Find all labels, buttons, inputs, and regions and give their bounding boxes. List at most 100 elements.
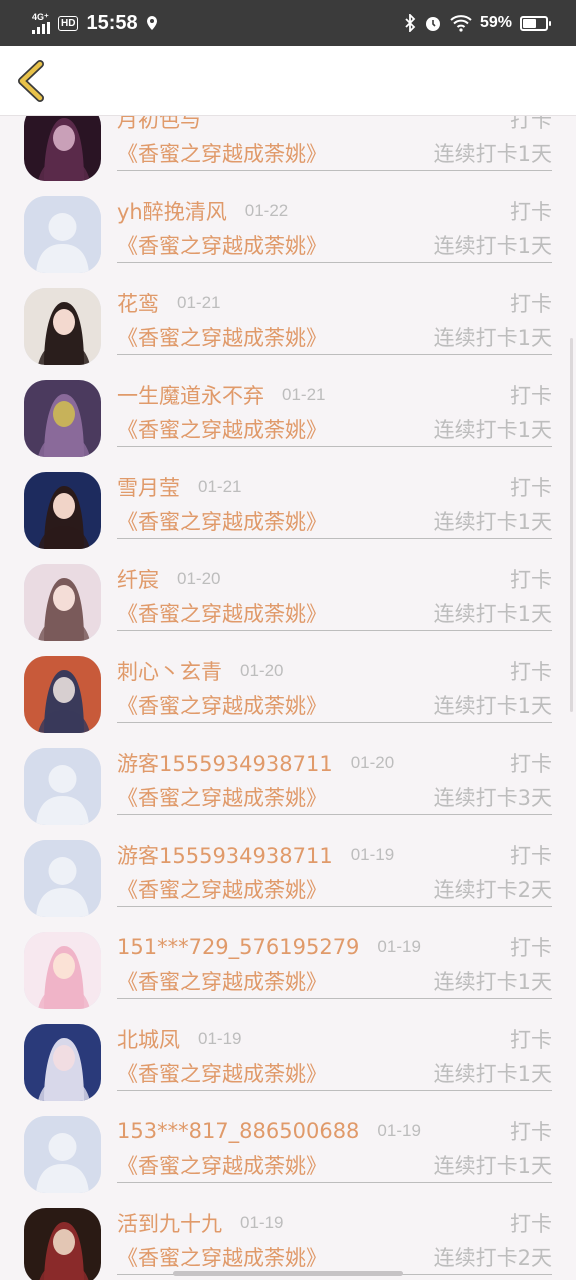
user-name[interactable]: 纤宸 xyxy=(117,564,159,594)
checkin-date: 01-19 xyxy=(377,1121,421,1140)
battery-percent: 59% xyxy=(479,14,512,31)
avatar-image xyxy=(24,1024,101,1101)
checkin-label: 打卡 xyxy=(510,1120,552,1144)
avatar[interactable] xyxy=(24,656,101,733)
book-title[interactable]: 《香蜜之穿越成荼姚》 xyxy=(117,782,327,812)
streak-count: 连续打卡1天 xyxy=(433,510,552,534)
checkin-label: 打卡 xyxy=(510,660,552,684)
book-title[interactable]: 《香蜜之穿越成荼姚》 xyxy=(117,138,327,168)
avatar[interactable] xyxy=(24,1116,101,1193)
back-chevron-icon[interactable] xyxy=(14,58,48,104)
avatar[interactable] xyxy=(24,288,101,365)
checkin-label: 打卡 xyxy=(510,752,552,776)
home-indicator[interactable] xyxy=(173,1271,403,1276)
list-item-0[interactable]: 月初色与 打卡 《香蜜之穿越成荼姚》 连续打卡1天 xyxy=(0,116,576,182)
list-item-7[interactable]: 游客1555934938711 01-20 打卡 《香蜜之穿越成荼姚》 连续打卡… xyxy=(0,734,576,826)
avatar[interactable] xyxy=(24,380,101,457)
book-title[interactable]: 《香蜜之穿越成荼姚》 xyxy=(117,1150,327,1180)
status-bar: 4G⁺ HD 15:58 59% xyxy=(0,0,576,46)
streak-count: 连续打卡1天 xyxy=(433,694,552,718)
streak-count: 连续打卡1天 xyxy=(433,142,552,166)
avatar-image xyxy=(24,288,101,365)
avatar-image xyxy=(24,1208,101,1280)
book-title[interactable]: 《香蜜之穿越成荼姚》 xyxy=(117,506,327,536)
book-title[interactable]: 《香蜜之穿越成荼姚》 xyxy=(117,230,327,260)
checkin-date: 01-19 xyxy=(240,1213,284,1232)
checkin-date: 01-20 xyxy=(350,753,395,772)
book-title[interactable]: 《香蜜之穿越成荼姚》 xyxy=(117,1058,327,1088)
checkin-label: 打卡 xyxy=(510,1028,552,1052)
avatar[interactable] xyxy=(24,564,101,641)
book-title[interactable]: 《香蜜之穿越成荼姚》 xyxy=(117,322,327,352)
user-name[interactable]: 活到九十九 xyxy=(117,1208,222,1238)
clock: 15:58 xyxy=(86,11,138,34)
list-item-3[interactable]: 一生魔道永不弃 01-21 打卡 《香蜜之穿越成荼姚》 连续打卡1天 xyxy=(0,366,576,458)
avatar-image xyxy=(24,380,101,457)
user-name[interactable]: 游客1555934938711 xyxy=(117,840,333,870)
checkin-date: 01-21 xyxy=(177,293,221,312)
checkin-list[interactable]: 月初色与 打卡 《香蜜之穿越成荼姚》 连续打卡1天 yh醉挽清风 01-22 打… xyxy=(0,116,576,1280)
user-name[interactable]: 一生魔道永不弃 xyxy=(117,380,264,410)
avatar-image xyxy=(24,564,101,641)
avatar[interactable] xyxy=(24,932,101,1009)
list-item-1[interactable]: yh醉挽清风 01-22 打卡 《香蜜之穿越成荼姚》 连续打卡1天 xyxy=(0,182,576,274)
book-title[interactable]: 《香蜜之穿越成荼姚》 xyxy=(117,598,327,628)
book-title[interactable]: 《香蜜之穿越成荼姚》 xyxy=(117,414,327,444)
avatar[interactable] xyxy=(24,472,101,549)
avatar[interactable] xyxy=(24,196,101,273)
streak-count: 连续打卡3天 xyxy=(433,786,552,810)
checkin-date: 01-22 xyxy=(244,201,289,220)
book-title[interactable]: 《香蜜之穿越成荼姚》 xyxy=(117,1242,327,1272)
checkin-label: 打卡 xyxy=(510,1212,552,1236)
list-item-11[interactable]: 153***817_886500688 01-19 打卡 《香蜜之穿越成荼姚》 … xyxy=(0,1102,576,1194)
book-title[interactable]: 《香蜜之穿越成荼姚》 xyxy=(117,690,327,720)
checkin-label: 打卡 xyxy=(510,292,552,316)
avatar[interactable] xyxy=(24,1208,101,1280)
book-title[interactable]: 《香蜜之穿越成荼姚》 xyxy=(117,966,327,996)
avatar-image xyxy=(24,748,101,825)
avatar[interactable] xyxy=(24,840,101,917)
avatar-image xyxy=(24,1116,101,1193)
list-item-8[interactable]: 游客1555934938711 01-19 打卡 《香蜜之穿越成荼姚》 连续打卡… xyxy=(0,826,576,918)
checkin-date: 01-19 xyxy=(377,937,421,956)
hd-icon: HD xyxy=(58,15,79,31)
checkin-label: 打卡 xyxy=(510,384,552,408)
user-name[interactable]: 花鸾 xyxy=(117,288,159,318)
user-name[interactable]: 月初色与 xyxy=(117,116,201,134)
user-name[interactable]: 151***729_576195279 xyxy=(117,935,359,959)
avatar[interactable] xyxy=(24,1024,101,1101)
list-item-5[interactable]: 纤宸 01-20 打卡 《香蜜之穿越成荼姚》 连续打卡1天 xyxy=(0,550,576,642)
book-title[interactable]: 《香蜜之穿越成荼姚》 xyxy=(117,874,327,904)
list-item-4[interactable]: 雪月莹 01-21 打卡 《香蜜之穿越成荼姚》 连续打卡1天 xyxy=(0,458,576,550)
avatar-image xyxy=(24,656,101,733)
list-item-2[interactable]: 花鸾 01-21 打卡 《香蜜之穿越成荼姚》 连续打卡1天 xyxy=(0,274,576,366)
avatar[interactable] xyxy=(24,116,101,181)
user-name[interactable]: 雪月莹 xyxy=(117,472,180,502)
avatar-image xyxy=(24,196,101,273)
streak-count: 连续打卡1天 xyxy=(433,326,552,350)
streak-count: 连续打卡1天 xyxy=(433,1154,552,1178)
battery-icon xyxy=(520,15,551,31)
avatar[interactable] xyxy=(24,748,101,825)
user-name[interactable]: yh醉挽清风 xyxy=(117,196,227,226)
list-item-10[interactable]: 北城凤 01-19 打卡 《香蜜之穿越成荼姚》 连续打卡1天 xyxy=(0,1010,576,1102)
user-name[interactable]: 游客1555934938711 xyxy=(117,748,333,778)
checkin-date: 01-19 xyxy=(350,845,395,864)
streak-count: 连续打卡1天 xyxy=(433,602,552,626)
list-item-6[interactable]: 刺心丶玄青 01-20 打卡 《香蜜之穿越成荼姚》 连续打卡1天 xyxy=(0,642,576,734)
streak-count: 连续打卡1天 xyxy=(433,1062,552,1086)
checkin-label: 打卡 xyxy=(510,568,552,592)
scrollbar[interactable] xyxy=(570,338,573,712)
user-name[interactable]: 北城凤 xyxy=(117,1024,180,1054)
streak-count: 连续打卡1天 xyxy=(433,970,552,994)
list-item-9[interactable]: 151***729_576195279 01-19 打卡 《香蜜之穿越成荼姚》 … xyxy=(0,918,576,1010)
checkin-date: 01-21 xyxy=(198,477,242,496)
user-name[interactable]: 153***817_886500688 xyxy=(117,1119,359,1143)
avatar-image xyxy=(24,932,101,1009)
checkin-date: 01-19 xyxy=(198,1029,242,1048)
list-item-12[interactable]: 活到九十九 01-19 打卡 《香蜜之穿越成荼姚》 连续打卡2天 xyxy=(0,1194,576,1280)
user-name[interactable]: 刺心丶玄青 xyxy=(117,656,222,686)
checkin-date: 01-20 xyxy=(177,569,221,588)
avatar-image xyxy=(24,840,101,917)
location-icon xyxy=(146,16,157,30)
